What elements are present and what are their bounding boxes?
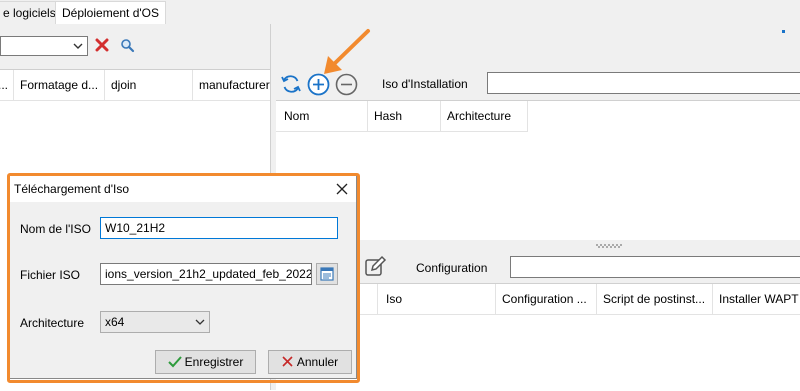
plus-circle-icon[interactable] [307,73,330,96]
corner-dot [782,30,785,33]
column-header-hash[interactable]: Hash [368,101,441,131]
configuration-input[interactable] [510,256,800,278]
dialog-title: Téléchargement d'Iso [14,182,130,196]
left-grid-header: ... Formatage d... djoin manufacturer [0,70,270,101]
splitter-grip-icon [596,244,622,248]
dialog-title-bar: Téléchargement d'Iso [10,176,356,202]
iso-name-input[interactable]: W10_21H2 [100,217,338,239]
column-header-nom[interactable]: Nom [276,101,368,131]
minus-circle-icon[interactable] [335,73,358,96]
red-x-icon [282,356,293,367]
architecture-value: x64 [105,315,125,329]
cancel-button[interactable]: Annuler [268,350,352,374]
iso-name-label: Nom de l'ISO [20,222,91,236]
red-x-icon[interactable] [95,38,109,52]
save-button[interactable]: Enregistrer [155,350,256,374]
iso-installation-label: Iso d'Installation [382,77,468,91]
iso-download-dialog: Téléchargement d'Iso Nom de l'ISO W10_21… [9,175,357,379]
edit-icon[interactable] [363,255,387,279]
column-header-script-postinstall[interactable]: Script de postinst... [597,284,713,314]
tab-deploiement-os[interactable]: Déploiement d'OS [55,1,167,26]
column-header-djoin[interactable]: djoin [105,70,193,100]
column-header-iso[interactable]: Iso [378,284,496,314]
orange-arrow-annotation [324,29,370,74]
configuration-label: Configuration [416,261,488,275]
iso-file-label: Fichier ISO [20,268,81,282]
architecture-label: Architecture [20,316,85,330]
checkmark-icon [167,356,182,368]
iso-installation-input[interactable] [487,72,800,94]
browse-file-button[interactable] [316,263,338,285]
column-header[interactable]: ... [0,70,14,100]
magnifier-icon[interactable] [120,38,135,53]
column-header-installer-wapt[interactable]: Installer WAPT [713,284,800,314]
column-header-configuration[interactable]: Configuration ... [496,284,597,314]
refresh-icon[interactable] [280,73,302,95]
column-header-manufacturer[interactable]: manufacturer [193,70,270,100]
chevron-down-icon [73,43,83,49]
iso-grid-header: Nom Hash Architecture [276,101,528,132]
column-header-formatage[interactable]: Formatage d... [14,70,105,100]
architecture-select[interactable]: x64 [100,311,210,333]
browse-icon [320,267,334,281]
tab-logiciels[interactable]: e logiciels [0,1,63,24]
close-icon[interactable] [336,183,348,195]
filter-combo[interactable] [0,36,88,56]
iso-file-input[interactable]: ions_version_21h2_updated_feb_2022_x [100,263,312,285]
chevron-down-icon [195,319,205,325]
column-header-architecture[interactable]: Architecture [441,101,528,131]
